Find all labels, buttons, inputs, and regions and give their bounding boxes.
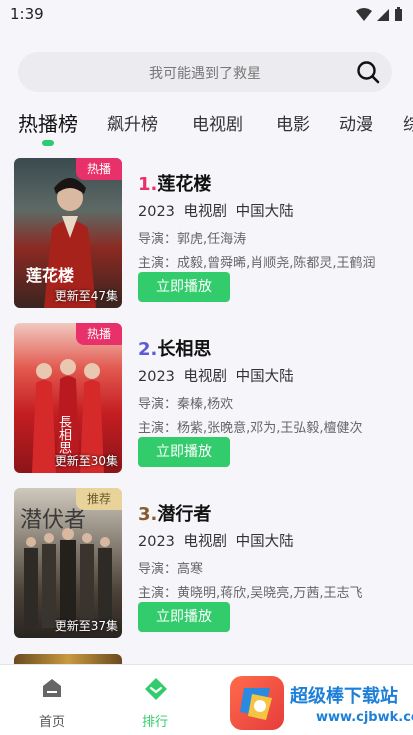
update-label: 更新至37集 — [54, 619, 118, 633]
item-name: 长相思 — [157, 339, 212, 360]
category-tabs: 热播榜 飙升榜 电视剧 电影 动漫 综 — [0, 100, 413, 150]
search-bar[interactable]: 我可能遇到了救星 — [18, 52, 392, 92]
poster-image[interactable]: 潜伏者 推荐 更新至37集 — [14, 488, 122, 638]
item-year: 2023 — [138, 369, 175, 385]
item-name: 潜行者 — [157, 504, 212, 525]
tab-movie[interactable]: 电影 — [276, 110, 310, 135]
item-name: 莲花楼 — [157, 174, 212, 195]
item-region: 中国大陆 — [235, 534, 294, 550]
item-year: 2023 — [138, 204, 175, 220]
rank-icon — [145, 678, 167, 700]
list-item[interactable]: 長相思 热播 更新至30集 2.长相思 2023 电视剧 中国大陆 导演：秦榛,… — [14, 323, 404, 473]
item-title[interactable]: 1.莲花楼 — [138, 170, 211, 196]
list-item[interactable]: 莲花楼 热播 更新至47集 1.莲花楼 2023 电视剧 中国大陆 导演：郭虎,… — [14, 158, 404, 308]
wifi-icon — [356, 7, 372, 21]
play-button[interactable]: 立即播放 — [138, 272, 230, 302]
search-placeholder: 我可能遇到了救星 — [149, 66, 261, 82]
update-label: 更新至30集 — [54, 454, 118, 468]
status-badge: 热播 — [76, 158, 122, 180]
tab-tv[interactable]: 电视剧 — [192, 110, 243, 135]
item-cast: 主演：黄晓明,蒋欣,吴晓亮,万茜,王志飞 — [138, 586, 363, 601]
nav-rank-label: 排行 — [141, 715, 168, 730]
status-badge: 热播 — [76, 323, 122, 345]
rank-number: 2. — [138, 339, 158, 360]
tab-hot[interactable]: 热播榜 — [18, 108, 78, 137]
tab-anime[interactable]: 动漫 — [339, 110, 373, 135]
poster-title-art: 長相思 — [56, 415, 71, 454]
list-item[interactable]: 潜伏者 推荐 更新至37集 3.潜行者 2023 电视剧 中国大陆 导演：高寒 … — [14, 488, 404, 638]
search-icon[interactable] — [356, 60, 380, 84]
status-bar: 1:39 — [0, 0, 413, 30]
update-label: 更新至47集 — [54, 289, 118, 303]
battery-icon — [395, 7, 402, 21]
tab-variety[interactable]: 综 — [403, 110, 413, 135]
item-region: 中国大陆 — [235, 204, 294, 220]
item-title[interactable]: 2.长相思 — [138, 335, 211, 361]
watermark-url: www.cjbwk.com — [316, 710, 413, 725]
nav-home[interactable]: 首页 — [12, 665, 92, 735]
item-region: 中国大陆 — [235, 369, 294, 385]
item-year: 2023 — [138, 534, 175, 550]
item-cast: 主演：杨紫,张晚意,邓为,王弘毅,檀健次 — [138, 421, 363, 436]
item-type: 电视剧 — [183, 534, 228, 550]
play-button[interactable]: 立即播放 — [138, 602, 230, 632]
play-button[interactable]: 立即播放 — [138, 437, 230, 467]
item-type: 电视剧 — [183, 204, 228, 220]
nav-home-label: 首页 — [38, 715, 65, 730]
poster-image[interactable]: 莲花楼 热播 更新至47集 — [14, 158, 122, 308]
item-director: 导演：秦榛,杨欢 — [138, 397, 234, 412]
watermark-logo-icon — [230, 676, 284, 730]
item-type: 电视剧 — [183, 369, 228, 385]
poster-image[interactable]: 長相思 热播 更新至30集 — [14, 323, 122, 473]
watermark-text: 超级棒下载站 — [290, 686, 398, 707]
signal-icon — [377, 8, 389, 21]
item-meta: 2023 电视剧 中国大陆 — [138, 200, 294, 221]
tab-rising[interactable]: 飙升榜 — [107, 110, 158, 135]
item-director: 导演：高寒 — [138, 562, 204, 577]
status-icons — [356, 7, 403, 22]
rank-number: 1. — [138, 174, 158, 195]
nav-rank[interactable]: 排行 — [115, 665, 195, 735]
watermark: 超级棒下载站 www.cjbwk.com — [228, 676, 413, 732]
active-tab-indicator — [42, 140, 54, 146]
home-icon — [43, 679, 61, 697]
rank-number: 3. — [138, 504, 158, 525]
item-director: 导演：郭虎,任海涛 — [138, 232, 247, 247]
poster-title-art: 莲花楼 — [26, 266, 75, 285]
poster-title-art: 潜伏者 — [20, 508, 87, 533]
status-time: 1:39 — [10, 5, 44, 23]
item-meta: 2023 电视剧 中国大陆 — [138, 530, 294, 551]
status-badge: 推荐 — [76, 488, 122, 510]
item-title[interactable]: 3.潜行者 — [138, 500, 211, 526]
item-cast: 主演：成毅,曾舜晞,肖顺尧,陈都灵,王鹤润 — [138, 256, 376, 271]
item-meta: 2023 电视剧 中国大陆 — [138, 365, 294, 386]
